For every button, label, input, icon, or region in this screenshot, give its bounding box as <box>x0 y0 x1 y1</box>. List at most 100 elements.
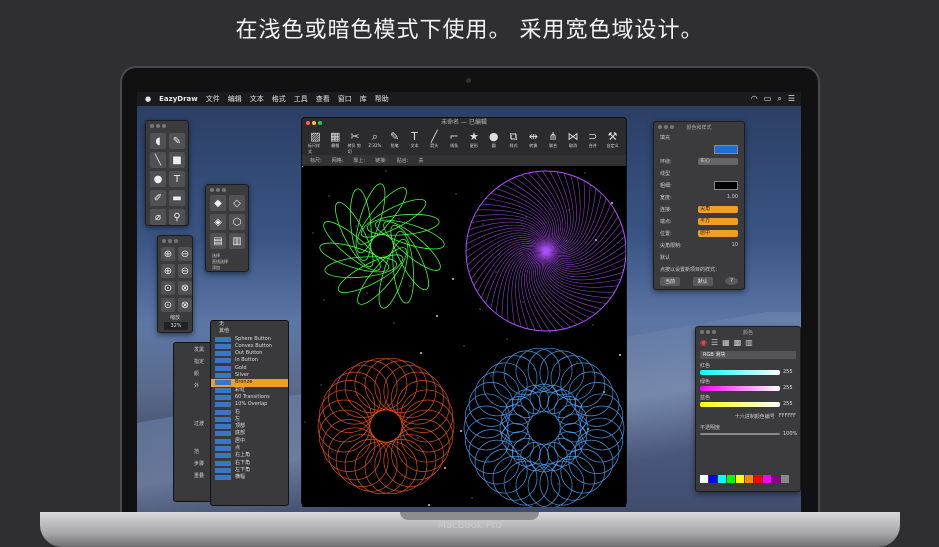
zoom-icon[interactable]: ⌕ Z:32% <box>367 130 382 152</box>
zoom-value-field[interactable]: 32% <box>164 322 188 330</box>
search-icon[interactable]: ⌕ <box>777 94 781 104</box>
shape-icon[interactable]: ◈ <box>210 214 226 230</box>
pen-tool-icon[interactable]: ✎ <box>169 133 185 149</box>
step-icon[interactable]: ⌐ 线条 <box>447 130 462 152</box>
line-tool-icon[interactable]: ╲ <box>150 152 166 168</box>
green-slider[interactable] <box>700 385 780 391</box>
popup-item[interactable]: 左 <box>211 416 288 423</box>
option-grid[interactable]: 网格: <box>332 157 344 164</box>
split-icon[interactable]: ⊃ 合并 <box>585 130 600 152</box>
menu-file[interactable]: 文件 <box>206 94 220 104</box>
app-menu[interactable]: EazyDraw <box>159 95 198 103</box>
menu-library[interactable]: 库 <box>360 94 367 104</box>
color-swatch[interactable] <box>700 475 708 483</box>
position-select[interactable]: 居中 <box>698 229 738 237</box>
popup-item[interactable]: Sphere Button <box>211 336 288 343</box>
circle-icon[interactable]: ● 圆 <box>486 130 501 152</box>
color-swatch[interactable] <box>736 475 744 483</box>
grid-small-icon[interactable]: ▦ 栅格 <box>328 130 343 152</box>
stroke-color-well[interactable] <box>714 180 738 190</box>
help-button[interactable]: ? <box>725 277 738 285</box>
option-snap-value[interactable]: 关 <box>418 157 423 164</box>
menu-edit[interactable]: 编辑 <box>228 94 242 104</box>
color-swatch[interactable] <box>718 475 726 483</box>
red-value[interactable]: 255 <box>783 369 793 375</box>
color-swatch[interactable] <box>727 475 735 483</box>
menu-format[interactable]: 格式 <box>272 94 286 104</box>
red-slider[interactable] <box>700 369 780 375</box>
color-swatch[interactable] <box>709 475 717 483</box>
menu-help[interactable]: 帮助 <box>375 94 389 104</box>
popup-item[interactable]: Convex Button <box>211 343 288 350</box>
opacity-value[interactable]: 100% <box>783 431 797 437</box>
popup-item[interactable]: Bronze <box>211 379 288 387</box>
popup-item[interactable]: 右上角 <box>211 452 288 459</box>
popup-item[interactable]: 顶部 <box>211 423 288 430</box>
option-top[interactable]: 靠上: <box>353 157 365 164</box>
popup-item[interactable]: 其他 <box>211 328 288 335</box>
drawing-canvas[interactable] <box>302 166 626 507</box>
popup-item[interactable]: 彩虹 <box>211 387 288 394</box>
zoom-in-icon[interactable]: ⊕ <box>161 247 175 261</box>
opacity-slider[interactable] <box>700 433 780 435</box>
popup-item[interactable]: In Button <box>211 357 288 364</box>
popup-item[interactable]: Gold <box>211 365 288 372</box>
popup-item[interactable]: 60 Transitions <box>211 394 288 401</box>
image-palette-icon[interactable]: ▩ <box>734 338 742 347</box>
grid-icon[interactable]: ▨ 标尺样式 <box>308 130 323 154</box>
group-icon[interactable]: ⧉ 样式 <box>506 130 521 152</box>
zoom-in-icon[interactable]: ⊕ <box>161 264 175 278</box>
erase-tool-icon[interactable]: ⌀ <box>150 209 166 225</box>
shape-icon[interactable]: ◆ <box>210 195 226 211</box>
text-icon[interactable]: T 文本 <box>407 130 422 152</box>
line-icon[interactable]: ╱ 箭头 <box>427 130 442 152</box>
shape-icon[interactable]: ▥ <box>229 233 245 249</box>
default-button[interactable]: 默认 <box>692 276 713 286</box>
menu-text[interactable]: 文本 <box>250 94 264 104</box>
text-tool-icon[interactable]: T <box>169 171 185 187</box>
popup-item[interactable]: Out Button <box>211 350 288 357</box>
color-swatch[interactable] <box>763 475 771 483</box>
zoom-reset-icon[interactable]: ⊗ <box>178 281 192 295</box>
menu-view[interactable]: 查看 <box>316 94 330 104</box>
pencil-tool-icon[interactable]: ✐ <box>150 190 166 206</box>
miter-value[interactable]: 10 <box>732 242 738 248</box>
blue-slider[interactable] <box>700 401 780 407</box>
ring-select[interactable]: 实心 <box>698 157 738 165</box>
option-link[interactable]: 链接: <box>375 157 387 164</box>
blue-value[interactable]: 255 <box>783 401 793 407</box>
popup-item[interactable]: 居中 <box>211 438 288 445</box>
green-value[interactable]: 255 <box>783 385 793 391</box>
color-swatch[interactable] <box>754 475 762 483</box>
shape-icon[interactable]: ⬡ <box>229 214 245 230</box>
menu-tools[interactable]: 工具 <box>294 94 308 104</box>
image-tool-icon[interactable]: ▬ <box>169 190 185 206</box>
tools-icon[interactable]: ⚒ 自定义 <box>605 130 620 152</box>
popup-item[interactable]: Silver <box>211 372 288 379</box>
join-select[interactable]: 尖角 <box>698 205 738 213</box>
current-button[interactable]: 当前 <box>660 276 681 286</box>
shape-option[interactable]: 添加 <box>212 265 228 271</box>
color-swatch[interactable] <box>745 475 753 483</box>
palette-icon[interactable]: ▦ <box>722 338 730 347</box>
circle-tool-icon[interactable]: ● <box>150 171 166 187</box>
color-wheel-icon[interactable]: ◉ <box>700 338 707 347</box>
star-icon[interactable]: ★ 星形 <box>467 130 482 152</box>
shape-icon[interactable]: ◇ <box>229 195 245 211</box>
popup-item[interactable]: 横幅 <box>211 474 288 481</box>
pen-icon[interactable]: ✎ 铅笔 <box>387 130 402 152</box>
zoom-fit-icon[interactable]: ⊙ <box>161 281 175 295</box>
option-ruler[interactable]: 标尺: <box>310 157 322 164</box>
popup-item[interactable]: 右 <box>211 409 288 416</box>
scissors-icon[interactable]: ✂ 拷贝 剪切 <box>348 130 363 154</box>
option-snap[interactable]: 贴合: <box>397 157 409 164</box>
zoom-out-icon[interactable]: ⊖ <box>178 247 192 261</box>
zoom-fit-icon[interactable]: ⊙ <box>161 298 175 312</box>
wifi-icon[interactable]: ◠ <box>751 94 758 104</box>
popup-item[interactable]: 左下角 <box>211 467 288 474</box>
list-icon[interactable]: ☰ <box>788 94 795 104</box>
color-swatch[interactable] <box>772 475 780 483</box>
cap-select[interactable]: 平方 <box>698 217 738 225</box>
popup-item[interactable]: 10% Overlap <box>211 401 288 408</box>
menu-window[interactable]: 窗口 <box>338 94 352 104</box>
